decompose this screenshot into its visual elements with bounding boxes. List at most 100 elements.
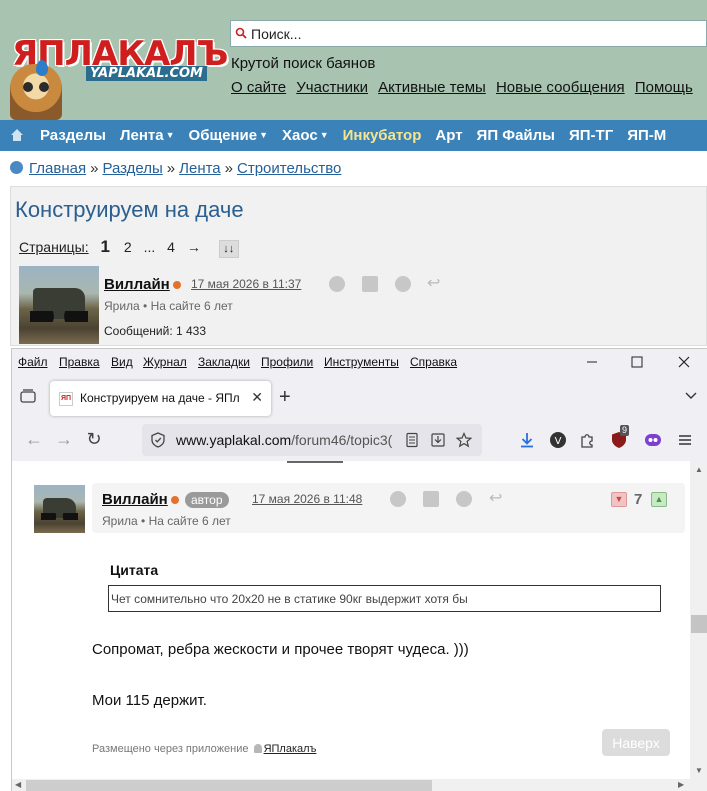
extensions-puzzle-icon[interactable] [578, 431, 596, 449]
quote-icon[interactable] [456, 491, 472, 507]
post-date[interactable]: 17 мая 2026 в 11:37 [191, 277, 301, 291]
nav-art[interactable]: Арт [435, 127, 462, 144]
top-link-help[interactable]: Помощь [635, 79, 693, 96]
top-link-about[interactable]: О сайте [231, 79, 286, 96]
site-logo[interactable]: ЯПЛАКАЛЪ YAPLAKAL.COM [6, 28, 228, 120]
url-bar[interactable]: www.yaplakal.com/forum46/topic3( [142, 424, 482, 456]
nav-telegram[interactable]: ЯП-ТГ [569, 127, 613, 144]
top-link-members[interactable]: Участники [296, 79, 368, 96]
hamburger-menu-icon[interactable] [676, 431, 694, 449]
nav-chaos[interactable]: Хаос ▼ [282, 127, 329, 144]
nav-item-label: ЯП-ТГ [568, 127, 614, 144]
chevron-down-icon[interactable] [685, 389, 697, 403]
breadcrumb-feed[interactable]: Лента [179, 160, 221, 177]
posted-via-label: Размещено через приложение [92, 743, 249, 755]
downloads-icon[interactable] [518, 431, 536, 449]
nav-incubator[interactable]: Инкубатор [343, 127, 422, 144]
new-tab-icon[interactable]: + [279, 387, 291, 407]
tab-list-icon[interactable] [20, 389, 36, 403]
menu-edit[interactable]: Правка [59, 355, 100, 369]
scroll-right-icon[interactable]: ▶ [678, 780, 684, 789]
menu-history[interactable]: Журнал [143, 355, 187, 369]
home-icon[interactable] [10, 128, 24, 142]
back-arrow-icon[interactable]: ← [24, 430, 44, 450]
vpn-extension-icon[interactable]: V [549, 431, 567, 449]
jump-to-last-icon[interactable]: ↓↓ [218, 240, 239, 258]
shield-icon[interactable] [150, 432, 166, 448]
message-icon[interactable] [362, 276, 378, 292]
vertical-scrollbar[interactable]: ▲ ▼ [690, 461, 707, 779]
post-date[interactable]: 17 мая 2026 в 11:48 [252, 492, 362, 506]
post-text-line-2: Мои 115 держит. [92, 692, 207, 709]
nav-files[interactable]: ЯП Файлы [477, 127, 555, 144]
next-page-link[interactable]: → [187, 239, 201, 255]
breadcrumb-icon [10, 161, 23, 174]
scroll-up-icon[interactable]: ▲ [695, 465, 703, 474]
url-text[interactable]: www.yaplakal.com/forum46/topic3( [176, 432, 392, 448]
reload-icon[interactable]: ↻ [84, 430, 104, 450]
post-author[interactable]: Виллайн [102, 491, 168, 508]
download-page-icon[interactable] [430, 432, 446, 448]
scroll-thumb[interactable] [26, 780, 432, 791]
tagline-link[interactable]: Крутой поиск баянов [231, 55, 375, 72]
nav-item-label: Разделы [40, 127, 106, 144]
nav-sections[interactable]: Разделы [40, 127, 106, 144]
thumbs-up-icon[interactable]: ▲ [651, 492, 667, 507]
minimize-icon[interactable] [585, 355, 599, 369]
reply-icon[interactable]: ↩ [427, 276, 443, 292]
reply-icon[interactable]: ↩ [489, 491, 505, 507]
message-icon[interactable] [423, 491, 439, 507]
avatar[interactable] [19, 266, 99, 344]
nav-toolbar: ← → ↻ www.yaplakal.com/forum46/topic3(V… [12, 421, 707, 459]
search-input[interactable] [251, 23, 691, 44]
nav-chat[interactable]: Общение ▼ [189, 127, 268, 144]
search-icon [235, 27, 247, 39]
background-post: Виллайн 17 мая 2026 в 11:37 ↩ Ярила • На… [19, 266, 707, 346]
nav-feed[interactable]: Лента ▼ [120, 127, 175, 144]
maximize-icon[interactable] [630, 355, 644, 369]
main-nav: Разделы Лента ▼ Общение ▼ Хаос ▼ Инкубатор Арт ЯП… [0, 120, 707, 151]
report-icon[interactable] [329, 276, 345, 292]
menu-view[interactable]: Вид [111, 355, 133, 369]
forward-arrow-icon[interactable]: → [54, 430, 74, 450]
top-link-new-messages[interactable]: Новые сообщения [496, 79, 625, 96]
horizontal-scrollbar[interactable]: ◀ ▶ [12, 779, 707, 791]
nav-mobile[interactable]: ЯП-М [627, 127, 666, 144]
quote-icon[interactable] [395, 276, 411, 292]
quote-label: Цитата [110, 562, 159, 578]
page-link-2[interactable]: 2 [124, 239, 132, 255]
thumbs-down-icon[interactable]: ▼ [611, 492, 627, 507]
close-tab-icon[interactable]: ✕ [251, 389, 263, 406]
back-to-top-button[interactable]: Наверх [602, 729, 670, 756]
caret-down-icon: ▼ [259, 130, 269, 140]
purple-extension-icon[interactable] [644, 431, 662, 449]
reader-view-icon[interactable] [404, 432, 420, 448]
post-text-line-1: Сопромат, ребра жескости и прочее творят… [92, 641, 469, 658]
bookmark-star-icon[interactable] [456, 432, 472, 448]
menu-tools[interactable]: Инструменты [324, 355, 399, 369]
breadcrumb-home[interactable]: Главная [29, 160, 86, 177]
app-link[interactable]: ЯПлакалъ [264, 743, 317, 755]
tab-active[interactable]: ЯП Конструируем на даче - ЯПлакалъ ✕ [50, 381, 271, 416]
top-links: О сайте Участники Активные темы Новые со… [231, 79, 699, 96]
scroll-left-icon[interactable]: ◀ [15, 780, 21, 789]
page-viewport: Виллайн автор 17 мая 2026 в 11:48 ↩ Ярил… [12, 461, 690, 779]
scroll-thumb[interactable] [691, 615, 707, 633]
report-icon[interactable] [390, 491, 406, 507]
top-link-active-topics[interactable]: Активные темы [378, 79, 486, 96]
menu-profiles[interactable]: Профили [261, 355, 313, 369]
page-link-4[interactable]: 4 [167, 239, 175, 255]
ublock-extension-icon[interactable]: 9 [610, 425, 630, 449]
close-window-icon[interactable] [677, 355, 691, 369]
search-box[interactable] [230, 20, 707, 47]
scroll-down-icon[interactable]: ▼ [695, 766, 703, 775]
post-author[interactable]: Виллайн [104, 276, 170, 293]
menu-file[interactable]: Файл [18, 355, 48, 369]
breadcrumb-sections[interactable]: Разделы [102, 160, 162, 177]
avatar[interactable] [34, 485, 85, 533]
pages-label[interactable]: Страницы: [19, 239, 89, 255]
breadcrumb-construction[interactable]: Строительство [237, 160, 341, 177]
current-page: 1 [100, 237, 110, 256]
menu-help[interactable]: Справка [410, 355, 457, 369]
menu-bookmarks[interactable]: Закладки [198, 355, 250, 369]
